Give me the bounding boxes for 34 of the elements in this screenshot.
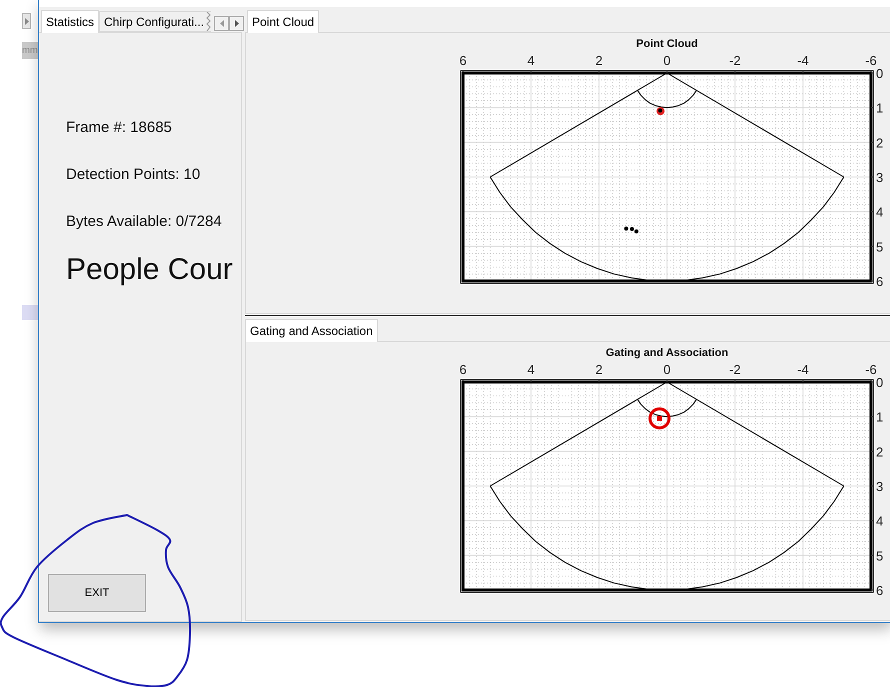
x-tick-label: -2 — [729, 53, 741, 68]
y-tick-label: 6 — [876, 274, 884, 289]
statistic-text: Frame #: 18685 — [66, 119, 173, 137]
y-tick-label: 4 — [876, 204, 884, 220]
x-tick-label: 6 — [459, 362, 467, 377]
x-tick-label: -2 — [729, 362, 741, 377]
x-tick-label: 6 — [459, 53, 467, 68]
x-tick-label: 2 — [595, 53, 603, 68]
y-tick-label: 6 — [876, 583, 884, 598]
x-tick-label: 0 — [663, 53, 671, 68]
x-tick-label: 2 — [595, 362, 603, 377]
statistic-text: Bytes Available: 0/7284 — [66, 213, 223, 231]
y-tick-label: 0 — [876, 375, 884, 390]
y-tick-label: 1 — [876, 100, 884, 116]
x-tick-label: 4 — [527, 362, 535, 377]
x-tick-label: -4 — [797, 362, 809, 377]
y-tick-label: 2 — [876, 135, 884, 150]
x-tick-label: 0 — [663, 362, 671, 377]
y-tick-label: 5 — [876, 548, 884, 564]
y-tick-label: 2 — [876, 444, 884, 460]
x-tick-label: 4 — [527, 53, 535, 68]
people-count-heading: People Cour — [66, 252, 234, 288]
x-tick-label: -6 — [865, 362, 877, 377]
y-tick-label: 0 — [876, 66, 884, 81]
chart-title: Gating and Association — [606, 347, 728, 359]
chart-title: Point Cloud — [636, 38, 698, 50]
y-tick-label: 1 — [876, 410, 884, 425]
x-tick-label: -6 — [865, 53, 877, 68]
x-tick-label: -4 — [797, 53, 809, 68]
y-tick-label: 3 — [876, 479, 884, 494]
y-tick-label: 5 — [876, 239, 884, 254]
y-tick-label: 3 — [876, 170, 884, 185]
y-tick-label: 4 — [876, 514, 884, 529]
statistic-text: Detection Points: 10 — [66, 166, 202, 184]
